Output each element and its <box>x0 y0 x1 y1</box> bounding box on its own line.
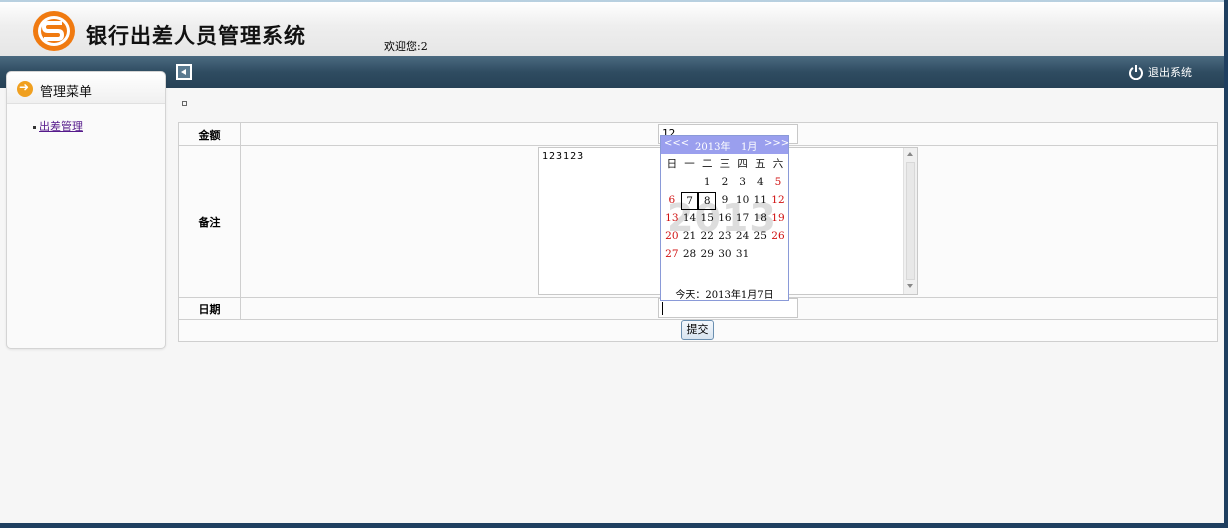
calendar-day[interactable]: 11 <box>751 192 769 210</box>
calendar-day[interactable]: 14 <box>681 210 699 228</box>
calendar-day[interactable]: 16 <box>716 210 734 228</box>
calendar-day[interactable]: 9 <box>716 192 734 210</box>
calendar-day[interactable]: 1 <box>698 174 716 192</box>
calendar-day[interactable]: 21 <box>681 228 699 246</box>
calendar-day[interactable]: 23 <box>716 228 734 246</box>
month-selector[interactable]: 1月 <box>741 138 757 153</box>
calendar-day[interactable]: 26 <box>769 228 787 246</box>
calendar-day[interactable]: 19 <box>769 210 787 228</box>
right-border <box>1224 0 1228 528</box>
calendar-week-row: 6 7 8 9 10 11 12 <box>663 192 787 210</box>
divider <box>240 123 241 319</box>
calendar-day[interactable]: 17 <box>734 210 752 228</box>
logout-label: 退出系统 <box>1148 66 1192 79</box>
system-title: 银行出差人员管理系统 <box>86 24 306 48</box>
remark-label: 备注 <box>198 216 221 229</box>
calendar-day[interactable]: 15 <box>698 210 716 228</box>
calendar-grid: 日一二三四五六 1 2 3 4 5 6 7 8 9 10 11 12 13 14 15 16 17 18 19 20 21… <box>663 156 787 264</box>
scroll-up-icon[interactable] <box>907 152 913 156</box>
collapse-sidebar-button[interactable] <box>176 64 192 80</box>
scrollbar[interactable] <box>903 148 917 294</box>
weekday-label: 六 <box>772 158 784 170</box>
calendar-day[interactable]: 12 <box>769 192 787 210</box>
calendar-day[interactable]: 20 <box>663 228 681 246</box>
calendar-day[interactable]: 2 <box>716 174 734 192</box>
weekday-label: 三 <box>719 158 731 170</box>
date-picker-popup: <<< 2013年 1月 >>> 2013 日一二三四五六 1 2 3 4 5 6 7 8 9 10… <box>660 135 789 301</box>
calendar-day[interactable]: 4 <box>751 174 769 192</box>
sidebar-item-label[interactable]: 出差管理 <box>39 120 83 133</box>
power-icon <box>1129 65 1143 80</box>
date-input[interactable] <box>658 298 798 318</box>
calendar-week-row: 27 28 29 30 31 <box>663 246 787 264</box>
remark-text: 123123 <box>542 151 585 162</box>
year-selector[interactable]: 2013年 <box>695 138 730 153</box>
calendar-week-row: 12345 <box>663 174 787 192</box>
sidebar: 管理菜单 出差管理 <box>6 71 166 349</box>
next-month-button[interactable]: >>> <box>764 138 789 149</box>
bottom-border <box>0 523 1228 528</box>
square-icon <box>182 101 187 106</box>
calendar-header: <<< 2013年 1月 >>> <box>661 136 789 154</box>
calendar-day[interactable]: 10 <box>734 192 752 210</box>
calendar-day[interactable]: 28 <box>681 246 699 264</box>
calendar-day[interactable]: 7 <box>680 192 699 210</box>
sidebar-header: 管理菜单 <box>7 72 165 104</box>
calendar-day[interactable]: 13 <box>663 210 681 228</box>
calendar-empty-cell <box>681 174 699 192</box>
today-link[interactable]: 今天：2013年1月7日 <box>661 286 788 301</box>
scroll-down-icon[interactable] <box>907 284 913 288</box>
calendar-day[interactable]: 8 <box>698 192 717 210</box>
welcome-text: 欢迎您:2 <box>384 40 428 53</box>
calendar-day[interactable]: 31 <box>734 246 752 264</box>
submit-button[interactable]: 提交 <box>681 320 714 340</box>
calendar-day[interactable]: 6 <box>663 192 681 210</box>
calendar-day[interactable]: 24 <box>734 228 752 246</box>
sidebar-item-travel[interactable]: 出差管理 <box>33 118 83 134</box>
calendar-day[interactable]: 3 <box>734 174 752 192</box>
calendar-day[interactable]: 29 <box>698 246 716 264</box>
calendar-empty-cell <box>769 246 787 264</box>
calendar-empty-cell <box>663 174 681 192</box>
calendar-day[interactable]: 25 <box>751 228 769 246</box>
scroll-thumb[interactable] <box>906 162 915 280</box>
sidebar-title: 管理菜单 <box>40 85 93 100</box>
header: 银行出差人员管理系统 欢迎您:2 <box>0 0 1228 56</box>
logo-icon <box>33 11 75 51</box>
date-label: 日期 <box>198 303 221 316</box>
logout-button[interactable]: 退出系统 <box>1128 64 1192 80</box>
calendar-day[interactable]: 22 <box>698 228 716 246</box>
calendar-day[interactable]: 5 <box>769 174 787 192</box>
weekday-row: 日一二三四五六 <box>663 156 787 174</box>
weekday-label: 一 <box>684 158 695 170</box>
weekday-label: 五 <box>755 158 766 170</box>
weekday-label: 日 <box>666 158 678 170</box>
bullet-icon <box>33 125 36 129</box>
weekday-label: 二 <box>701 158 713 170</box>
arrow-right-icon <box>17 80 33 97</box>
calendar-day[interactable]: 30 <box>716 246 734 264</box>
prev-month-button[interactable]: <<< <box>664 138 689 149</box>
calendar-day[interactable]: 27 <box>663 246 681 264</box>
calendar-week-row: 13 14 15 16 17 18 19 <box>663 210 787 228</box>
calendar-empty-cell <box>751 246 769 264</box>
calendar-week-row: 20 21 22 23 24 25 26 <box>663 228 787 246</box>
amount-label: 金额 <box>198 129 221 142</box>
calendar-day[interactable]: 18 <box>751 210 769 228</box>
weekday-label: 四 <box>737 158 748 170</box>
